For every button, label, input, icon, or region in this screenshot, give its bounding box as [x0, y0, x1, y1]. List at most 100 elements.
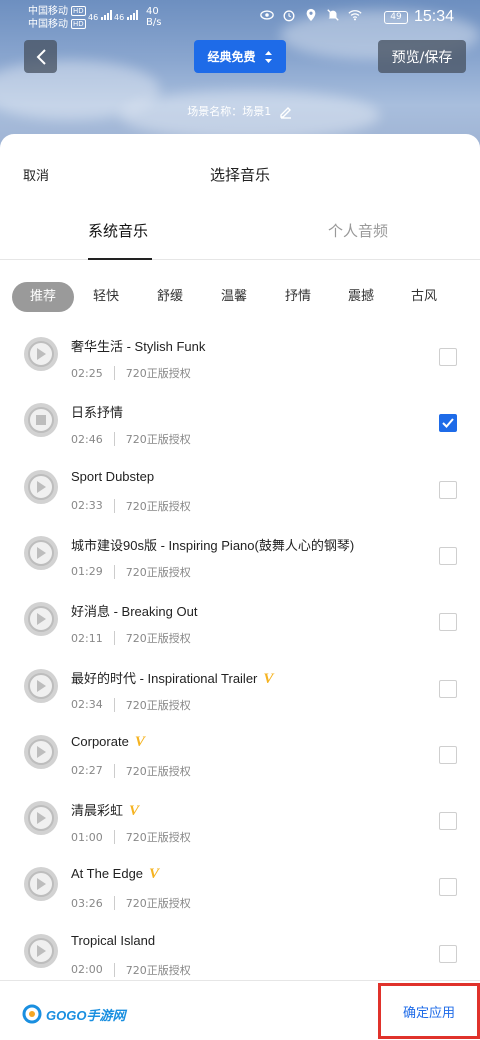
play-icon: [37, 480, 46, 493]
song-title: 日系抒情: [71, 405, 124, 421]
eye-icon: [260, 10, 274, 20]
site-logo: GOGO手游网: [22, 1004, 125, 1024]
wifi-icon: [348, 10, 362, 21]
song-license: 720正版授权: [125, 565, 191, 579]
song-row[interactable]: 城市建设90s版 - Inspiring Piano(鼓舞人心的钢琴) 01:29…: [0, 527, 480, 593]
play-icon: [37, 812, 46, 825]
active-tab-indicator: [88, 258, 152, 260]
sheet-title: 选择音乐: [209, 166, 270, 184]
song-title: At The Edge V: [71, 866, 160, 883]
play-button[interactable]: [24, 668, 58, 703]
category-light[interactable]: 轻快: [74, 282, 138, 312]
confirm-apply-button[interactable]: 确定应用: [378, 983, 480, 1039]
play-icon: [37, 944, 46, 957]
play-button[interactable]: [24, 469, 58, 504]
song-row[interactable]: Corporate V 02:27 720正版授权: [0, 726, 480, 792]
category-lyrical[interactable]: 抒情: [266, 282, 330, 312]
play-icon: [37, 745, 46, 758]
song-checkbox[interactable]: [439, 348, 457, 366]
category-soothing[interactable]: 舒缓: [138, 282, 202, 312]
scene-name[interactable]: 场景名称：场景1: [0, 103, 480, 119]
category-warm[interactable]: 温馨: [202, 282, 266, 312]
mode-select[interactable]: 经典免费: [194, 40, 286, 73]
song-row[interactable]: At The Edge V 03:26 720正版授权: [0, 858, 480, 924]
song-title: 清晨彩虹 V: [71, 803, 140, 820]
music-picker-sheet: 取消 选择音乐 系统音乐 个人音频 推荐 轻快 舒缓 温馨 抒情 震撼 古风 奢…: [0, 134, 480, 1040]
song-row[interactable]: 奢华生活 - Stylish Funk 02:25 720正版授权: [0, 328, 480, 394]
song-checkbox[interactable]: [439, 944, 457, 963]
mode-select-label: 经典免费: [207, 50, 256, 64]
song-license: 720正版授权: [125, 367, 191, 380]
play-button[interactable]: [24, 867, 58, 902]
song-license: 720正版授权: [125, 698, 191, 712]
song-meta: 02:25 720正版授权: [71, 365, 191, 381]
category-epic[interactable]: 震撼: [330, 282, 392, 312]
battery-icon: 49: [384, 11, 408, 24]
song-row[interactable]: 最好的时代 - Inspirational Trailer V 02:34 720正版…: [0, 660, 480, 726]
carrier-1: 中国移动 HD: [28, 6, 86, 17]
play-button[interactable]: [24, 337, 58, 371]
source-tabs: 系统音乐 个人音频: [0, 206, 480, 260]
song-checkbox[interactable]: [439, 745, 457, 764]
status-time: 15:34: [414, 8, 455, 25]
song-duration: 02:11: [71, 631, 103, 645]
song-title: Tropical Island: [71, 932, 156, 948]
sort-arrows-icon: [264, 50, 272, 63]
stop-icon: [36, 415, 46, 426]
song-meta: 02:11 720正版授权: [71, 630, 191, 646]
song-checkbox[interactable]: [439, 480, 457, 499]
song-meta: 02:34 720正版授权: [71, 697, 191, 713]
song-row[interactable]: 好消息 - Breaking Out 02:11 720正版授权: [0, 593, 480, 659]
edit-pencil-icon[interactable]: [279, 105, 293, 119]
song-license: 720正版授权: [125, 963, 191, 977]
tab-personal-audio[interactable]: 个人音频: [328, 220, 388, 241]
song-row[interactable]: 日系抒情 02:46 720正版授权: [0, 394, 480, 460]
play-button[interactable]: [24, 933, 58, 968]
checkmark-icon: [442, 418, 454, 429]
song-license: 720正版授权: [125, 632, 191, 646]
song-checkbox[interactable]: [439, 546, 457, 565]
play-icon: [37, 613, 46, 626]
back-button[interactable]: [24, 40, 57, 73]
song-row[interactable]: 清晨彩虹 V 01:00 720正版授权: [0, 792, 480, 858]
song-title: 好消息 - Breaking Out: [71, 604, 198, 620]
song-meta: 03:26 720正版授权: [71, 895, 191, 911]
vip-badge: V: [263, 670, 274, 687]
song-title: Sport Dubstep: [71, 468, 155, 484]
footer-bar: GOGO手游网 确定应用: [0, 980, 480, 1040]
status-bar: 中国移动 HD 中国移动 HD 46 46 40 B/s 49 15:34: [0, 0, 480, 36]
song-meta: 02:33 720正版授权: [71, 498, 191, 514]
play-button[interactable]: [24, 535, 58, 570]
song-checkbox[interactable]: [439, 613, 457, 632]
song-checkbox[interactable]: [439, 812, 457, 831]
vip-badge: V: [134, 733, 145, 750]
play-button[interactable]: [24, 801, 58, 836]
song-license: 720正版授权: [125, 831, 191, 845]
song-license: 720正版授权: [125, 897, 191, 911]
signal-icon-1: 46: [88, 10, 113, 22]
play-icon: [37, 348, 46, 360]
play-button[interactable]: [24, 734, 58, 769]
song-license: 720正版授权: [125, 499, 191, 513]
song-row[interactable]: Sport Dubstep 02:33 720正版授权: [0, 461, 480, 527]
song-meta: 02:00 720正版授权: [71, 962, 191, 978]
preview-save-button[interactable]: 预览/保存: [378, 40, 466, 73]
song-checkbox[interactable]: [439, 414, 457, 433]
category-ancient[interactable]: 古风: [392, 282, 456, 312]
song-checkbox[interactable]: [439, 679, 457, 698]
song-meta: 01:00 720正版授权: [71, 829, 191, 845]
play-button[interactable]: [24, 403, 58, 438]
song-checkbox[interactable]: [439, 878, 457, 897]
tab-system-music[interactable]: 系统音乐: [88, 220, 148, 241]
song-duration: 02:46: [71, 432, 103, 446]
vip-badge: V: [149, 866, 160, 883]
song-duration: 02:27: [71, 764, 103, 778]
category-recommended[interactable]: 推荐: [12, 282, 74, 312]
song-meta: 02:27 720正版授权: [71, 763, 191, 779]
play-icon: [37, 546, 46, 559]
song-duration: 02:34: [71, 698, 103, 711]
song-meta: 01:29 720正版授权: [71, 564, 191, 580]
play-button[interactable]: [24, 602, 58, 637]
song-duration: 02:25: [71, 366, 103, 380]
song-license: 720正版授权: [125, 433, 191, 447]
